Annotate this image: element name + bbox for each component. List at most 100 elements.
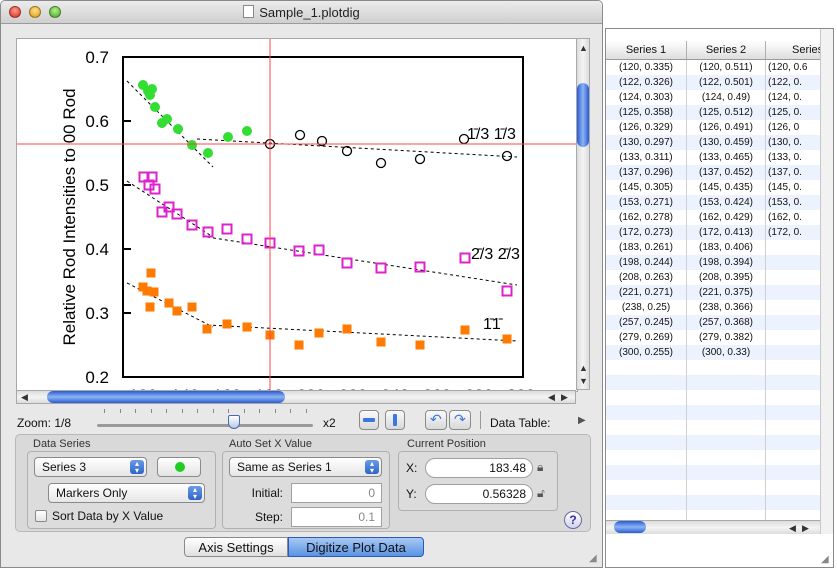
- vertical-scroll-thumb[interactable]: [577, 83, 589, 147]
- table-cell[interactable]: [687, 495, 766, 510]
- fit-width-button[interactable]: [359, 410, 379, 430]
- table-cell[interactable]: [606, 450, 687, 465]
- scroll-left-arrow-icon-left[interactable]: ◀: [21, 392, 28, 403]
- table-resize-grip-icon[interactable]: ◢: [821, 554, 829, 565]
- plot-image[interactable]: 0.70.60.50.40.30.2 120140160180200220240…: [17, 39, 577, 391]
- resize-grip-icon[interactable]: ◢: [589, 553, 597, 564]
- table-row[interactable]: [606, 375, 833, 390]
- table-cell[interactable]: (124, 0.303): [606, 90, 687, 105]
- table-row[interactable]: [606, 480, 833, 495]
- table-cell[interactable]: (120, 0.335): [606, 60, 687, 75]
- tab-digitize-plot-data[interactable]: Digitize Plot Data: [288, 537, 424, 557]
- table-cell[interactable]: (300, 0.33): [687, 345, 766, 360]
- table-cell[interactable]: (183, 0.261): [606, 240, 687, 255]
- table-row[interactable]: [606, 420, 833, 435]
- table-cell[interactable]: [687, 375, 766, 390]
- table-cell[interactable]: [687, 480, 766, 495]
- table-cell[interactable]: [687, 405, 766, 420]
- table-cell[interactable]: [687, 390, 766, 405]
- table-row[interactable]: (125, 0.358) (125, 0.512) (125, 0.: [606, 105, 833, 120]
- table-row[interactable]: [606, 390, 833, 405]
- table-row[interactable]: (183, 0.261) (183, 0.406): [606, 240, 833, 255]
- table-body[interactable]: (120, 0.335) (120, 0.511) (120, 0.6 (122, 0…: [606, 60, 833, 540]
- table-row[interactable]: (133, 0.311) (133, 0.465) (133, 0.: [606, 150, 833, 165]
- sort-by-x-checkbox[interactable]: [35, 510, 47, 522]
- table-cell[interactable]: [606, 435, 687, 450]
- table-cell[interactable]: (137, 0.296): [606, 165, 687, 180]
- scroll-right-arrow-icon[interactable]: ▶: [561, 392, 568, 403]
- table-row[interactable]: [606, 465, 833, 480]
- table-row[interactable]: [606, 405, 833, 420]
- help-button[interactable]: ?: [564, 511, 582, 529]
- scroll-left-arrow-icon[interactable]: ◀: [548, 392, 555, 403]
- table-scroll-left-icon[interactable]: ◀: [789, 523, 796, 534]
- table-scroll-thumb[interactable]: [614, 521, 646, 533]
- table-row[interactable]: (137, 0.296) (137, 0.452) (137, 0.: [606, 165, 833, 180]
- table-cell[interactable]: [606, 495, 687, 510]
- table-row[interactable]: (198, 0.244) (198, 0.394): [606, 255, 833, 270]
- table-cell[interactable]: [687, 420, 766, 435]
- data-table-disclosure-icon[interactable]: ▶: [578, 415, 586, 426]
- table-cell[interactable]: [687, 360, 766, 375]
- column-header-series-1[interactable]: Series 1: [606, 41, 687, 59]
- table-row[interactable]: (238, 0.25) (238, 0.366): [606, 300, 833, 315]
- table-cell[interactable]: (300, 0.255): [606, 345, 687, 360]
- zoom-slider-knob[interactable]: [228, 415, 240, 429]
- table-cell[interactable]: [687, 450, 766, 465]
- table-cell[interactable]: (238, 0.25): [606, 300, 687, 315]
- table-row[interactable]: (126, 0.329) (126, 0.491) (126, 0: [606, 120, 833, 135]
- table-cell[interactable]: (208, 0.263): [606, 270, 687, 285]
- initial-field[interactable]: 0: [291, 483, 382, 503]
- fit-height-button[interactable]: [385, 410, 405, 430]
- table-cell[interactable]: [687, 435, 766, 450]
- tab-axis-settings[interactable]: Axis Settings: [184, 537, 288, 557]
- table-cell[interactable]: (125, 0.358): [606, 105, 687, 120]
- table-row[interactable]: (145, 0.305) (145, 0.435) (145, 0.: [606, 180, 833, 195]
- table-cell[interactable]: (122, 0.326): [606, 75, 687, 90]
- table-cell[interactable]: (208, 0.395): [687, 270, 766, 285]
- table-cell[interactable]: (120, 0.511): [687, 60, 766, 75]
- step-field[interactable]: 0.1: [291, 507, 382, 527]
- table-row[interactable]: (124, 0.303) (124, 0.49) (124, 0.: [606, 90, 833, 105]
- scroll-down-arrow-icon[interactable]: ▼: [579, 376, 588, 386]
- table-vertical-scrollbar[interactable]: [820, 29, 833, 534]
- table-cell[interactable]: (162, 0.278): [606, 210, 687, 225]
- table-cell[interactable]: (221, 0.271): [606, 285, 687, 300]
- table-row[interactable]: [606, 450, 833, 465]
- table-cell[interactable]: (257, 0.368): [687, 315, 766, 330]
- table-cell[interactable]: (257, 0.245): [606, 315, 687, 330]
- table-cell[interactable]: (198, 0.244): [606, 255, 687, 270]
- table-cell[interactable]: (153, 0.424): [687, 195, 766, 210]
- table-cell[interactable]: (133, 0.311): [606, 150, 687, 165]
- table-cell[interactable]: (198, 0.394): [687, 255, 766, 270]
- y-position-field[interactable]: 0.56328: [425, 484, 533, 504]
- table-cell[interactable]: (125, 0.512): [687, 105, 766, 120]
- rotate-left-button[interactable]: ↶: [425, 410, 447, 430]
- zoom-slider[interactable]: [97, 424, 313, 427]
- table-row[interactable]: (153, 0.271) (153, 0.424) (153, 0.: [606, 195, 833, 210]
- table-cell[interactable]: (133, 0.465): [687, 150, 766, 165]
- lock-x-icon[interactable]: 🔒︎: [537, 460, 543, 475]
- table-cell[interactable]: [606, 420, 687, 435]
- table-cell[interactable]: (279, 0.269): [606, 330, 687, 345]
- table-cell[interactable]: (279, 0.382): [687, 330, 766, 345]
- table-cell[interactable]: (126, 0.329): [606, 120, 687, 135]
- table-row[interactable]: (162, 0.278) (162, 0.429) (162, 0.: [606, 210, 833, 225]
- table-cell[interactable]: (162, 0.429): [687, 210, 766, 225]
- table-row[interactable]: (279, 0.269) (279, 0.382): [606, 330, 833, 345]
- auto-x-mode-popup[interactable]: Same as Series 1 ▴ ▾: [229, 457, 382, 477]
- table-cell[interactable]: (122, 0.501): [687, 75, 766, 90]
- table-row[interactable]: (120, 0.335) (120, 0.511) (120, 0.6: [606, 60, 833, 75]
- table-cell[interactable]: [606, 360, 687, 375]
- table-cell[interactable]: (183, 0.406): [687, 240, 766, 255]
- series-popup[interactable]: Series 3 ▴ ▾: [34, 457, 147, 477]
- table-row[interactable]: (221, 0.271) (221, 0.375): [606, 285, 833, 300]
- table-cell[interactable]: (130, 0.459): [687, 135, 766, 150]
- table-row[interactable]: (122, 0.326) (122, 0.501) (122, 0.: [606, 75, 833, 90]
- column-header-series-2[interactable]: Series 2: [687, 41, 766, 59]
- table-cell[interactable]: [687, 465, 766, 480]
- table-row[interactable]: (257, 0.245) (257, 0.368): [606, 315, 833, 330]
- table-cell[interactable]: (238, 0.366): [687, 300, 766, 315]
- table-cell[interactable]: [606, 465, 687, 480]
- table-cell[interactable]: (145, 0.305): [606, 180, 687, 195]
